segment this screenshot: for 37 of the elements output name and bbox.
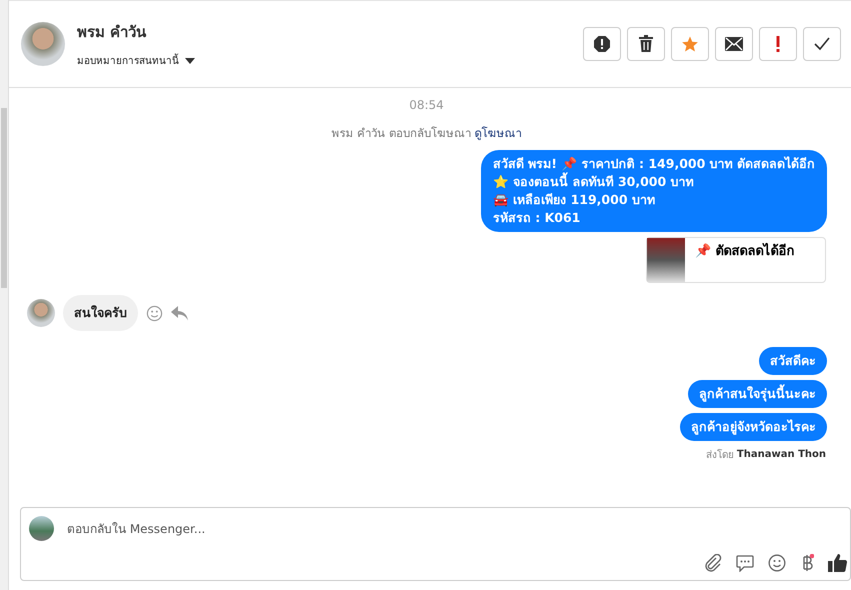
incoming-message: สนใจครับ: [63, 295, 138, 331]
ad-reply-notice: พรม คำวัน ตอบกลับโฆษณา ดูโฆษณา: [332, 125, 522, 142]
important-button[interactable]: [759, 27, 797, 61]
ad-card[interactable]: 📌 ตัดสดลดได้อีก: [646, 237, 826, 283]
delete-icon: [638, 35, 654, 53]
envelope-icon: [725, 37, 743, 51]
exclamation-icon: [775, 35, 781, 53]
star-button[interactable]: [671, 27, 709, 61]
sender-avatar: [27, 299, 55, 327]
thumbs-up-icon[interactable]: [828, 553, 848, 573]
done-button[interactable]: [803, 27, 841, 61]
outgoing-message: ลูกค้าสนใจรุ่นนี้นะคะ: [688, 380, 827, 408]
sent-by-label: ส่งโดย Thanawan Thon: [706, 448, 826, 462]
contact-avatar: [21, 22, 65, 66]
view-ad-link[interactable]: ดูโฆษณา: [474, 126, 522, 140]
outgoing-message: สวัสดี พรม! 📌 ราคาปกติ : 149,000 บาท ตัดสดลดได้อีก ⭐ จองตอนนี้ ลดทันที 30,000 บาท 🚘 เหลือเพียง 119,000 บาท รหัสรถ : K061: [480, 150, 827, 232]
scrollbar-thumb[interactable]: [1, 108, 7, 288]
report-icon: [593, 35, 611, 53]
outgoing-message: สวัสดีคะ: [759, 347, 827, 375]
star-icon: [681, 35, 699, 53]
checkmark-icon: [814, 37, 830, 51]
timestamp: 08:54: [409, 98, 444, 112]
speech-bubble-icon[interactable]: [736, 554, 754, 572]
assign-conversation-dropdown[interactable]: มอบหมายการสนทนานี้: [77, 53, 583, 68]
reply-icon[interactable]: [171, 306, 188, 320]
delete-button[interactable]: [627, 27, 665, 61]
emoji-reaction-icon[interactable]: [146, 304, 163, 322]
mark-unread-button[interactable]: [715, 27, 753, 61]
contact-name: พรม คำวัน: [77, 22, 148, 43]
ad-title: 📌 ตัดสดลดได้อีก: [694, 242, 796, 261]
photo-placeholder: [647, 238, 685, 282]
emoji-icon[interactable]: [768, 554, 786, 572]
page-avatar: [29, 516, 54, 541]
outgoing-message: ลูกค้าอยู่จังหวัดอะไรคะ: [680, 413, 827, 441]
paperclip-icon[interactable]: [704, 554, 722, 572]
caret-icon: [185, 58, 195, 64]
report-button[interactable]: [583, 27, 621, 61]
